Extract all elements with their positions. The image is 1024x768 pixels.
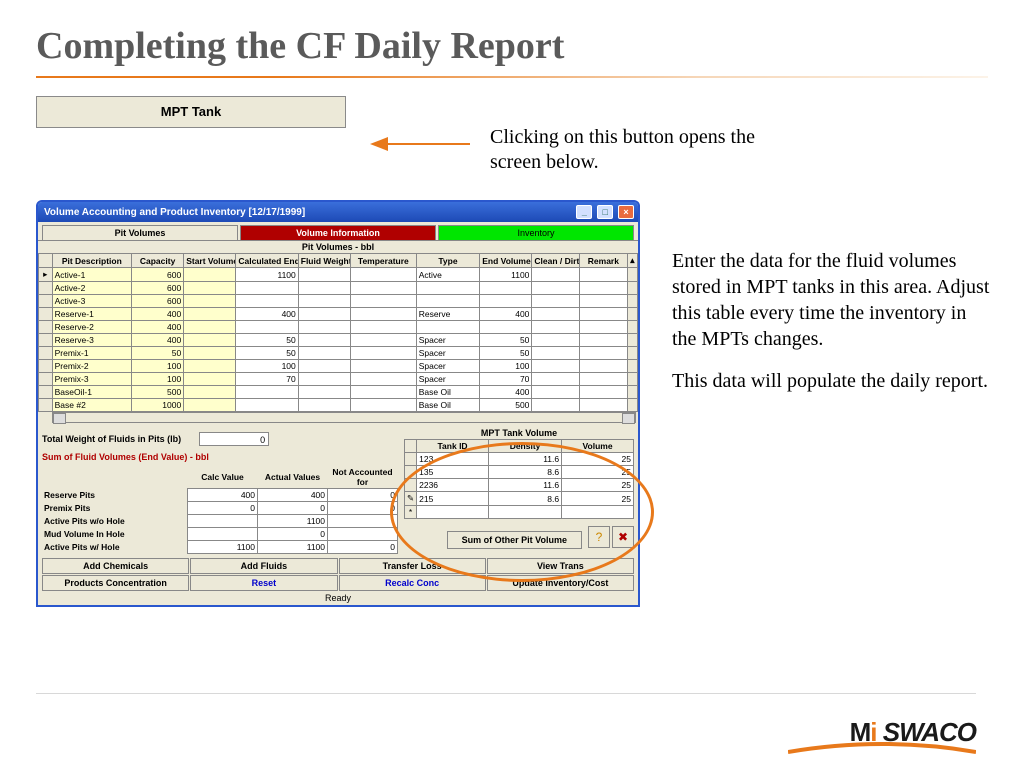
minimize-icon[interactable]: _ [576, 205, 592, 219]
sumcol-act: Actual Values [258, 466, 328, 489]
col-rem[interactable]: Remark [580, 254, 628, 268]
mptcol-vol[interactable]: Volume [562, 440, 634, 453]
help-icon[interactable]: ? [588, 526, 610, 548]
scroll-up-icon[interactable]: ▴ [627, 254, 637, 268]
mpt-row[interactable]: ✎2158.625 [405, 492, 634, 506]
transfer-loss-button[interactable]: Transfer Loss [339, 558, 486, 574]
mpt-tank-button[interactable]: MPT Tank [36, 96, 346, 128]
logo: Mi SWACO [850, 717, 976, 748]
table-row[interactable]: BaseOil-1500Base Oil400 [39, 386, 638, 399]
status-bar: Ready [38, 591, 638, 605]
sum-table: Calc Value Actual Values Not Accounted f… [42, 466, 398, 554]
mpt-row[interactable]: 1358.625 [405, 466, 634, 479]
table-row[interactable]: ▸Active-16001100Active1100 [39, 268, 638, 282]
col-fw[interactable]: Fluid Weight [298, 254, 350, 268]
arrow-left-icon [370, 132, 470, 156]
col-start[interactable]: Start Volume [184, 254, 236, 268]
total-weight-label: Total Weight of Fluids in Pits (lb) [42, 434, 181, 444]
recalc-conc-button[interactable]: Recalc Conc [339, 575, 486, 591]
view-trans-button[interactable]: View Trans [487, 558, 634, 574]
table-row[interactable]: Reserve-340050Spacer50 [39, 334, 638, 347]
sum-row: Premix Pits000 [42, 502, 398, 515]
tab-inventory[interactable]: Inventory [438, 225, 634, 240]
col-end[interactable]: End Volume [480, 254, 532, 268]
mptcol-id[interactable]: Tank ID [417, 440, 489, 453]
sum-fluids-label: Sum of Fluid Volumes (End Value) - bbl [42, 452, 398, 462]
products-concentration-button[interactable]: Products Concentration [42, 575, 189, 591]
update-inventory-button[interactable]: Update Inventory/Cost [487, 575, 634, 591]
sumcol-na: Not Accounted for [328, 466, 398, 489]
mpt-table-title: MPT Tank Volume [404, 428, 634, 438]
table-row[interactable]: Active-2600 [39, 282, 638, 295]
sum-row: Active Pits w/o Hole1100 [42, 515, 398, 528]
col-desc[interactable]: Pit Description [52, 254, 131, 268]
mpt-row[interactable]: 223611.625 [405, 479, 634, 492]
mptcol-den[interactable]: Density [488, 440, 561, 453]
table-row[interactable]: Reserve-1400400Reserve400 [39, 308, 638, 321]
total-weight-value: 0 [199, 432, 269, 446]
pit-volumes-header: Pit Volumes - bbl [38, 241, 638, 253]
table-row[interactable]: Active-3600 [39, 295, 638, 308]
sum-row: Active Pits w/ Hole110011000 [42, 541, 398, 554]
table-row[interactable]: Premix-2100100Spacer100 [39, 360, 638, 373]
table-row[interactable]: Base #21000Base Oil500 [39, 399, 638, 412]
table-row[interactable]: Reserve-2400 [39, 321, 638, 334]
table-row[interactable]: Premix-310070Spacer70 [39, 373, 638, 386]
footer-divider [36, 693, 976, 694]
col-clean[interactable]: Clean / Dirty [532, 254, 580, 268]
col-temp[interactable]: Temperature [350, 254, 416, 268]
tab-pit-volumes[interactable]: Pit Volumes [42, 225, 238, 240]
horizontal-scrollbar[interactable] [52, 412, 636, 423]
window-title: Volume Accounting and Product Inventory … [44, 207, 305, 218]
close-icon[interactable]: × [618, 205, 634, 219]
sumcol-calc: Calc Value [188, 466, 258, 489]
tab-volume-info[interactable]: Volume Information [240, 225, 436, 240]
sum-other-pit-button[interactable]: Sum of Other Pit Volume [447, 531, 582, 549]
col-calc[interactable]: Calculated End Vol. [236, 254, 298, 268]
slide-title: Completing the CF Daily Report [36, 24, 988, 68]
table-row[interactable]: Premix-15050Spacer50 [39, 347, 638, 360]
col-cap[interactable]: Capacity [132, 254, 184, 268]
add-fluids-button[interactable]: Add Fluids [190, 558, 337, 574]
exit-icon[interactable]: ✖ [612, 526, 634, 548]
mpt-tank-table[interactable]: Tank ID Density Volume 12311.6251358.625… [404, 439, 634, 519]
inventory-window: Volume Accounting and Product Inventory … [36, 200, 640, 607]
maximize-icon[interactable]: □ [597, 205, 613, 219]
callout-side-2: This data will populate the daily report… [672, 368, 992, 394]
callout-top: Clicking on this button opens the screen… [490, 125, 770, 175]
divider [36, 76, 988, 78]
pit-volumes-table[interactable]: Pit Description Capacity Start Volume Ca… [38, 253, 638, 412]
col-type[interactable]: Type [416, 254, 480, 268]
callout-side-1: Enter the data for the fluid volumes sto… [672, 248, 992, 352]
reset-button[interactable]: Reset [190, 575, 337, 591]
sum-row: Mud Volume In Hole0 [42, 528, 398, 541]
sum-row: Reserve Pits4004000 [42, 489, 398, 502]
mpt-new-row[interactable]: * [405, 506, 634, 519]
mpt-row[interactable]: 12311.625 [405, 453, 634, 466]
add-chemicals-button[interactable]: Add Chemicals [42, 558, 189, 574]
